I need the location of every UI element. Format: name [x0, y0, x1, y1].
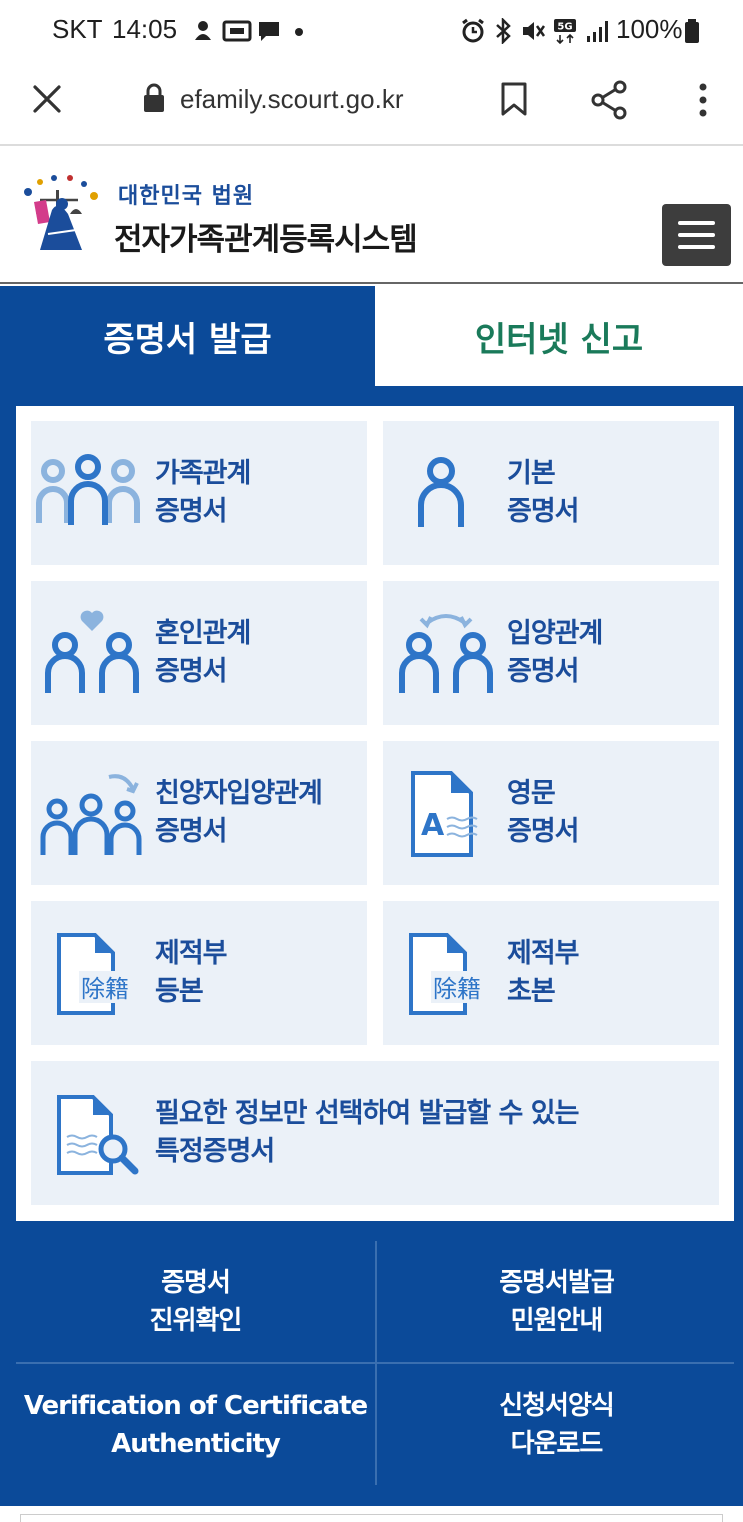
menu-icon: [678, 221, 715, 225]
card-label-line1: 가족관계: [155, 458, 251, 489]
card-label-line2: 등본: [155, 976, 204, 1007]
card-label-line2: 특정증명서: [155, 1136, 275, 1167]
signal-icon: [587, 21, 608, 42]
bottom-links: 증명서 진위확인 증명서발급 민원안내 Verification of Cert…: [16, 1241, 734, 1485]
svg-text:除籍: 除籍: [433, 975, 481, 1003]
card-label-line1: 입양관계: [507, 618, 603, 649]
removed-register-document-icon: 除籍: [57, 933, 141, 1015]
clock: 14:05: [112, 14, 178, 44]
main-section: 증명서 발급 인터넷 신고 가족관계 증명서 기본 증명서 혼인관계 증명서 입…: [0, 286, 743, 1506]
card-label-line2: 증명서: [155, 496, 228, 527]
card-removed-register-copy[interactable]: 除籍 제적부 등본: [31, 901, 367, 1045]
bluetooth-icon: [496, 18, 511, 44]
card-label-line2: 초본: [507, 976, 556, 1007]
svg-text:5G: 5G: [557, 22, 572, 33]
svg-text:A: A: [421, 808, 445, 843]
card-basic-certificate[interactable]: 기본 증명서: [383, 421, 719, 565]
card-label-line2: 증명서: [507, 816, 580, 847]
battery-percent: 100%: [616, 14, 683, 44]
card-marriage-relation-certificate[interactable]: 혼인관계 증명서: [31, 581, 367, 725]
vibrate-mute-icon: [523, 22, 546, 40]
battery-icon: [685, 19, 699, 43]
card-label-line1: 친양자입양관계: [155, 778, 323, 809]
url-field[interactable]: efamily.scourt.go.kr: [180, 84, 403, 115]
network-5g-icon: 5G: [554, 19, 576, 44]
card-label-line1: 혼인관계: [155, 618, 251, 649]
link-issuance-guide[interactable]: 증명서발급 민원안내: [377, 1241, 736, 1362]
browser-toolbar: efamily.scourt.go.kr: [0, 64, 743, 146]
card-full-adoption-relation-certificate[interactable]: 친양자입양관계 증명서: [31, 741, 367, 885]
alarm-icon: [462, 18, 484, 43]
carrier-label: SKT: [52, 14, 103, 44]
link-form-download[interactable]: 신청서양식 다운로드: [377, 1364, 736, 1485]
org-name: 대한민국 법원: [118, 184, 255, 209]
person-icon: [418, 457, 464, 527]
certificate-panel: 가족관계 증명서 기본 증명서 혼인관계 증명서 입양관계 증명서 친양자입양관…: [16, 406, 734, 1221]
lock-icon: [144, 83, 164, 112]
english-document-icon: A: [411, 771, 478, 857]
talk-icon: [222, 20, 252, 42]
more-vert-icon[interactable]: [696, 82, 710, 118]
bookmark-icon[interactable]: [500, 82, 528, 116]
link-verification-english[interactable]: Verification of Certificate Authenticity: [16, 1364, 375, 1485]
family-icon: [36, 454, 140, 525]
status-bar: SKT 14:05 5G 100%: [0, 0, 743, 64]
card-removed-register-abstract[interactable]: 除籍 제적부 초본: [383, 901, 719, 1045]
card-adoption-relation-certificate[interactable]: 입양관계 증명서: [383, 581, 719, 725]
adoption-icon: [399, 614, 493, 693]
site-header: 대한민국 법원 전자가족관계등록시스템: [0, 148, 743, 284]
divider: [16, 1362, 734, 1364]
share-icon[interactable]: [590, 80, 628, 120]
hamburger-menu-button[interactable]: [662, 204, 731, 266]
card-specific-certificate[interactable]: 필요한 정보만 선택하여 발급할 수 있는 특정증명서: [31, 1061, 719, 1205]
card-family-relation-certificate[interactable]: 가족관계 증명서: [31, 421, 367, 565]
card-label-line1: 필요한 정보만 선택하여 발급할 수 있는: [155, 1098, 579, 1129]
court-emblem-icon[interactable]: [18, 170, 108, 254]
tab-internet-report[interactable]: 인터넷 신고: [375, 286, 743, 386]
svg-text:除籍: 除籍: [81, 975, 129, 1003]
card-english-certificate[interactable]: A 영문 증명서: [383, 741, 719, 885]
removed-register-document-icon: 除籍: [409, 933, 493, 1015]
dot-icon: [295, 28, 303, 36]
card-label-line2: 증명서: [155, 816, 228, 847]
tab-certificate-issuance[interactable]: 증명서 발급: [0, 286, 375, 386]
card-label-line2: 증명서: [507, 496, 580, 527]
message-icon: [259, 22, 279, 41]
document-search-icon: [57, 1095, 139, 1175]
card-label-line1: 기본: [507, 458, 556, 489]
marriage-icon: [45, 610, 139, 693]
card-label-line1: 제적부: [507, 938, 580, 969]
card-label-line1: 제적부: [155, 938, 228, 969]
card-label-line2: 증명서: [155, 656, 228, 687]
link-certificate-verification[interactable]: 증명서 진위확인: [16, 1241, 375, 1362]
card-label-line1: 영문: [507, 778, 556, 809]
bottom-strip: [0, 1506, 743, 1522]
close-icon[interactable]: [32, 84, 62, 114]
game-icon: [195, 21, 211, 40]
system-name[interactable]: 전자가족관계등록시스템: [114, 214, 418, 259]
card-label-line2: 증명서: [507, 656, 580, 687]
full-adoption-icon: [40, 774, 142, 855]
